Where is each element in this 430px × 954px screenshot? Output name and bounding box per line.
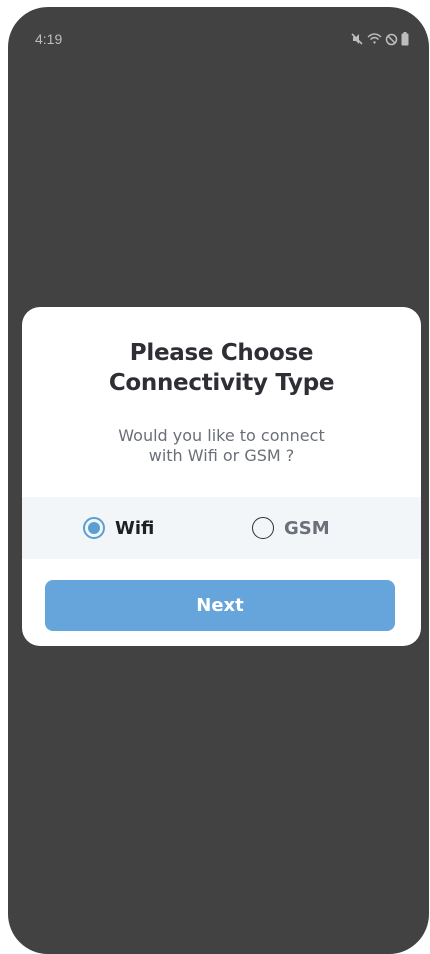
connectivity-dialog: Please Choose Connectivity Type Would yo… [22,307,421,646]
status-icons [350,32,409,46]
battery-icon [401,32,409,46]
wifi-radio-button[interactable] [83,517,105,539]
wifi-option[interactable]: Wifi [83,497,154,559]
options-group: Wifi GSM [22,497,421,559]
gsm-option[interactable]: GSM [252,497,330,559]
do-not-disturb-icon [385,33,398,46]
wifi-option-label: Wifi [115,517,155,539]
radio-selected-dot [88,522,100,534]
dialog-title: Please Choose Connectivity Type [108,340,335,396]
wifi-icon [367,32,382,46]
status-time: 4:19 [35,31,63,47]
gsm-radio-button[interactable] [252,517,274,539]
dialog-subtitle: Would you like to connect with Wifi or G… [118,426,325,465]
mute-icon [350,32,364,46]
screen: 4:19 Please Choose Connectivity Type Wou… [8,7,429,954]
next-button[interactable]: Next [45,580,395,631]
gsm-option-label: GSM [284,517,330,539]
status-bar: 4:19 [8,7,429,67]
